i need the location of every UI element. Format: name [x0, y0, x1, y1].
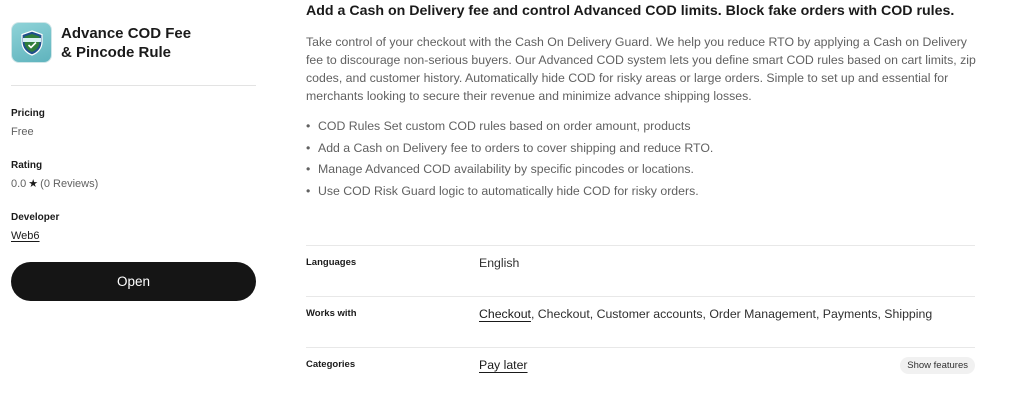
main-content: Add a Cash on Delivery fee and control A…	[306, 0, 976, 374]
app-icon	[11, 22, 52, 63]
languages-text: English	[479, 256, 520, 270]
review-count: (0 Reviews)	[40, 178, 99, 190]
feature-item: • COD Rules Set custom COD rules based on…	[306, 116, 976, 138]
developer-block: Developer Web6	[11, 211, 256, 244]
works-with-value: Checkout, Checkout, Customer accounts, O…	[479, 307, 975, 347]
developer-label: Developer	[11, 212, 60, 223]
bullet-icon: •	[306, 162, 311, 176]
app-name: Advance COD Fee & Pincode Rule	[61, 24, 192, 61]
details-table: Languages English Works with Checkout, C…	[306, 245, 975, 398]
show-features-button[interactable]: Show features	[900, 357, 975, 374]
categories-value: Pay later Show features	[479, 357, 975, 398]
rating-value: 0.0	[11, 178, 27, 190]
rating-value-row: 0.0 ★ (0 Reviews)	[11, 176, 256, 192]
app-headline: Add a Cash on Delivery fee and control A…	[306, 3, 955, 19]
developer-value-row: Web6	[11, 228, 256, 244]
feature-list: • COD Rules Set custom COD rules based on…	[306, 116, 976, 202]
pay-later-link[interactable]: Pay later	[479, 358, 528, 372]
star-icon: ★	[28, 178, 39, 190]
languages-row: Languages English	[306, 245, 975, 296]
sidebar: Advance COD Fee & Pincode Rule Pricing F…	[11, 0, 256, 401]
open-button[interactable]: Open	[11, 262, 256, 301]
works-with-text: Checkout, Checkout, Customer accounts, O…	[479, 307, 932, 321]
shield-badge-icon	[20, 29, 43, 56]
feature-text: Use COD Risk Guard logic to automaticall…	[318, 183, 699, 198]
works-with-rest: , Checkout, Customer accounts, Order Man…	[530, 307, 933, 321]
feature-text: Add a Cash on Delivery fee to orders to …	[318, 140, 714, 155]
checkout-link[interactable]: Checkout	[479, 307, 531, 321]
categories-label: Categories	[306, 359, 356, 370]
bullet-icon: •	[306, 140, 311, 155]
languages-label: Languages	[306, 257, 357, 268]
feature-item: • Add a Cash on Delivery fee to orders to…	[306, 138, 976, 160]
feature-item: • Use COD Risk Guard logic to automatical…	[306, 181, 976, 203]
languages-value: English	[479, 256, 975, 296]
app-header: Advance COD Fee & Pincode Rule	[11, 0, 256, 86]
feature-text: Manage Advanced COD availability by spec…	[318, 162, 694, 176]
categories-row: Categories Pay later Show features	[306, 347, 975, 398]
bullet-icon: •	[306, 119, 311, 133]
bullet-icon: •	[306, 183, 311, 198]
feature-text: COD Rules Set custom COD rules based on …	[318, 119, 691, 133]
pricing-value: Free	[11, 126, 34, 138]
pricing-label: Pricing	[11, 108, 45, 119]
rating-block: Rating 0.0 ★ (0 Reviews)	[11, 159, 256, 192]
works-with-label: Works with	[306, 308, 357, 319]
app-description: Take control of your checkout with the C…	[306, 35, 976, 103]
rating-label: Rating	[11, 160, 43, 171]
works-with-row: Works with Checkout, Checkout, Customer …	[306, 296, 975, 347]
developer-link[interactable]: Web6	[11, 228, 40, 244]
feature-item: • Manage Advanced COD availability by spe…	[306, 159, 976, 181]
pricing-block: Pricing Free	[11, 107, 256, 140]
